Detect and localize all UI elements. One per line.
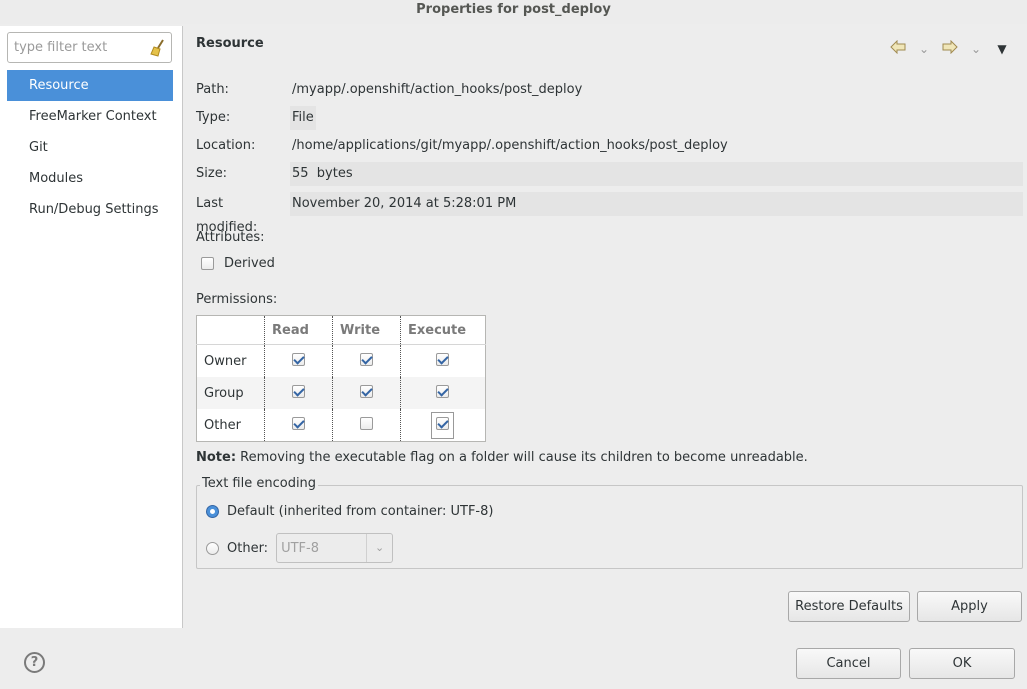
group-read-checkbox[interactable]	[291, 384, 305, 398]
default-encoding-radio[interactable]	[206, 505, 219, 518]
filter-input[interactable]	[12, 39, 147, 56]
permissions-label: Permissions:	[196, 292, 278, 307]
encoding-select-value: UTF-8	[281, 540, 319, 556]
table-row: Owner	[197, 344, 486, 377]
derived-label: Derived	[224, 256, 275, 271]
other-execute-checkbox[interactable]	[436, 416, 449, 430]
location-value: /home/applications/git/myapp/.openshift/…	[292, 138, 728, 153]
sidebar-item-modules[interactable]: Modules	[7, 163, 173, 194]
history-nav: ⌄ ⌄ ▼	[887, 39, 1013, 58]
table-row: Other	[197, 409, 486, 442]
attributes-label: Attributes:	[196, 230, 265, 245]
location-label: Location:	[196, 138, 256, 153]
page-title: Resource	[196, 36, 264, 51]
sidebar-item-run-debug-settings[interactable]: Run/Debug Settings	[7, 194, 173, 225]
encoding-legend: Text file encoding	[200, 476, 319, 491]
permissions-row-label: Other	[204, 417, 241, 433]
ok-button[interactable]: OK	[909, 648, 1015, 679]
encoding-other-option[interactable]: Other: UTF-8 ⌄	[206, 533, 394, 563]
derived-checkbox[interactable]	[201, 257, 214, 270]
default-encoding-label: Default (inherited from container: UTF-8…	[227, 504, 494, 519]
apply-button[interactable]: Apply	[917, 591, 1022, 622]
permissions-row-label: Group	[196, 376, 265, 410]
owner-execute-checkbox[interactable]	[436, 352, 449, 366]
size-label: Size:	[196, 166, 228, 181]
permissions-header-write: Write	[332, 315, 401, 346]
type-label: Type:	[196, 110, 231, 125]
size-value: 55 bytes	[290, 162, 1023, 186]
forward-dropdown-icon[interactable]: ⌄	[965, 40, 987, 58]
restore-defaults-button[interactable]: Restore Defaults	[788, 591, 910, 622]
properties-panel: Resource ⌄ ⌄ ▼ Path: /myapp/.openshift/a…	[184, 26, 1027, 628]
sidebar-item-git[interactable]: Git	[7, 132, 173, 163]
focus-ring	[431, 411, 454, 439]
path-label: Path:	[196, 82, 229, 97]
chevron-down-icon: ⌄	[366, 534, 392, 562]
back-arrow-icon[interactable]	[887, 39, 909, 58]
dialog-footer: ? Cancel OK	[0, 628, 1027, 689]
other-encoding-radio[interactable]	[206, 541, 219, 555]
sidebar-item-freemarker-context[interactable]: FreeMarker Context	[7, 101, 173, 132]
permissions-header-read: Read	[264, 315, 333, 346]
forward-arrow-icon[interactable]	[939, 39, 961, 58]
owner-write-checkbox[interactable]	[359, 352, 373, 366]
permissions-table: Read Write Execute Owner Group Other	[196, 315, 486, 442]
type-value: File	[290, 106, 316, 130]
owner-read-checkbox[interactable]	[291, 352, 305, 366]
window-title: Properties for post_deploy	[0, 0, 1027, 24]
note-text: Removing the executable flag on a folder…	[236, 450, 808, 465]
filter-box[interactable]	[7, 32, 172, 63]
clear-filter-icon[interactable]	[149, 39, 167, 57]
encoding-default-option[interactable]: Default (inherited from container: UTF-8…	[206, 504, 493, 519]
encoding-select[interactable]: UTF-8 ⌄	[276, 533, 394, 563]
table-row: Group	[196, 376, 486, 410]
permissions-note: Note: Removing the executable flag on a …	[196, 450, 808, 465]
cancel-button[interactable]: Cancel	[796, 648, 901, 679]
other-write-checkbox[interactable]	[359, 416, 373, 430]
help-icon[interactable]: ?	[24, 652, 45, 673]
permissions-row-label: Owner	[204, 353, 247, 369]
other-encoding-label: Other:	[227, 540, 269, 556]
derived-option[interactable]: Derived	[201, 256, 275, 271]
last-modified-value: November 20, 2014 at 5:28:01 PM	[290, 192, 1023, 216]
permissions-header-execute: Execute	[400, 315, 486, 346]
group-write-checkbox[interactable]	[359, 384, 373, 398]
path-value: /myapp/.openshift/action_hooks/post_depl…	[292, 82, 583, 97]
group-execute-checkbox[interactable]	[436, 384, 449, 398]
note-label: Note:	[196, 450, 237, 465]
sidebar: Resource FreeMarker Context Git Modules …	[0, 26, 183, 628]
sidebar-item-resource[interactable]: Resource	[7, 70, 173, 101]
back-dropdown-icon[interactable]: ⌄	[913, 40, 935, 58]
view-menu-icon[interactable]: ▼	[991, 40, 1013, 58]
page-list: Resource FreeMarker Context Git Modules …	[7, 70, 173, 225]
other-read-checkbox[interactable]	[291, 416, 305, 430]
permissions-header-empty	[196, 315, 265, 346]
